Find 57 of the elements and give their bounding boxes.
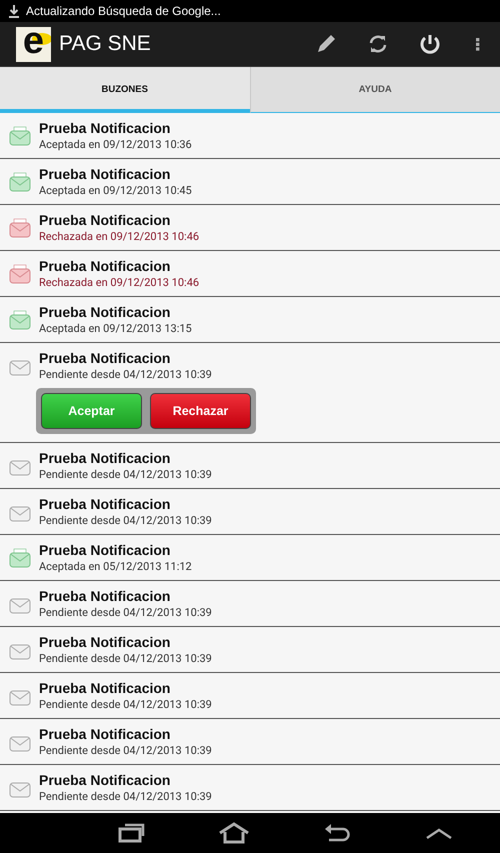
notification-item[interactable]: Prueba Notificacion Aceptada en 09/12/2013 10:45 (0, 159, 500, 204)
notification-title: Prueba Notificacion (39, 587, 172, 605)
notification-item[interactable]: Prueba Notificacion Pendiente desde 04/12/2013 10:39 (0, 489, 500, 534)
open-envelope-icon (9, 126, 31, 146)
notification-title: Prueba Notificacion (39, 211, 172, 229)
power-icon[interactable] (418, 32, 442, 56)
notification-status: Aceptada en 09/12/2013 10:36 (39, 137, 192, 152)
tab[interactable]: BUZONES (0, 67, 250, 113)
notification-status: Pendiente desde 04/12/2013 10:39 (39, 697, 212, 712)
notification-item[interactable]: Prueba Notificacion Pendiente desde 04/12/2013 10:39 (0, 719, 500, 764)
notification-status: Aceptada en 05/12/2013 11:12 (39, 559, 192, 574)
notification-text: Actualizando Búsqueda de Google... (26, 4, 221, 18)
notification-item[interactable]: Prueba Notificacion Pendiente desde 04/12/2013 10:39 (0, 765, 500, 810)
download-icon (8, 4, 20, 18)
notification-status: Aceptada en 09/12/2013 10:45 (39, 183, 192, 198)
notification-item[interactable]: Prueba Notificacion Pendiente desde 04/12/2013 10:39 (0, 343, 500, 388)
notification-title: Prueba Notificacion (39, 633, 172, 651)
notification-title: Prueba Notificacion (39, 257, 172, 275)
notification-title: Prueba Notificacion (39, 119, 172, 137)
tab[interactable]: AYUDA (250, 67, 500, 113)
notification-status: Rechazada en 09/12/2013 10:46 (39, 229, 200, 244)
notification-title: Prueba Notificacion (39, 303, 172, 321)
open-envelope-icon (9, 172, 31, 192)
app-logo: e (16, 26, 51, 62)
notification-item[interactable]: Prueba Notificacion Pendiente desde 04/12/2013 10:39 (0, 627, 500, 672)
open-envelope-icon (9, 264, 31, 284)
notification-title: Prueba Notificacion (39, 349, 172, 367)
notification-title: Prueba Notificacion (39, 771, 172, 789)
notification-status: Aceptada en 09/12/2013 13:15 (39, 321, 192, 336)
notification-item[interactable]: Prueba Notificacion Aceptada en 05/12/2013 11:12 (0, 535, 500, 580)
home-icon[interactable] (216, 821, 251, 845)
notification-title: Prueba Notificacion (39, 725, 172, 743)
notification-item[interactable]: Prueba Notificacion Rechazada en 09/12/2013 10:46 (0, 205, 500, 250)
notification-status: Pendiente desde 04/12/2013 10:39 (39, 367, 212, 382)
notification-title: Prueba Notificacion (39, 679, 172, 697)
open-envelope-icon (9, 548, 31, 568)
notification-title: Prueba Notificacion (39, 165, 172, 183)
notification-status: Pendiente desde 04/12/2013 10:39 (39, 743, 212, 758)
open-envelope-icon (9, 218, 31, 238)
notification-status: Pendiente desde 04/12/2013 10:39 (39, 789, 212, 804)
notification-title: Prueba Notificacion (39, 449, 172, 467)
notification-status: Pendiente desde 04/12/2013 10:39 (39, 467, 212, 482)
notification-item[interactable]: Prueba Notificacion Pendiente desde 04/12/2013 10:39 (0, 581, 500, 626)
reject-button[interactable]: Rechazar (150, 393, 251, 429)
app-title: PAG SNE (59, 32, 152, 56)
notification-item[interactable]: Prueba Notificacion Aceptada en 09/12/2013 10:36 (0, 113, 500, 158)
notification-item[interactable]: Prueba Notificacion Pendiente desde 04/12/2013 10:39 (0, 673, 500, 718)
notification-title: Prueba Notificacion (39, 495, 172, 513)
notification-status: Pendiente desde 04/12/2013 10:39 (39, 651, 212, 666)
notification-status: Pendiente desde 04/12/2013 10:39 (39, 513, 212, 528)
notification-title: Prueba Notificacion (39, 541, 172, 559)
notification-status: Rechazada en 09/12/2013 10:46 (39, 275, 200, 290)
notification-item[interactable]: Prueba Notificacion Rechazada en 09/12/2013 10:46 (0, 251, 500, 296)
notification-item[interactable]: Prueba Notificacion Pendiente desde 04/12/2013 10:39 (0, 443, 500, 488)
notification-status: Pendiente desde 04/12/2013 10:39 (39, 605, 212, 620)
notification-item[interactable]: Prueba Notificacion Aceptada en 09/12/2013 13:15 (0, 297, 500, 342)
open-envelope-icon (9, 310, 31, 330)
